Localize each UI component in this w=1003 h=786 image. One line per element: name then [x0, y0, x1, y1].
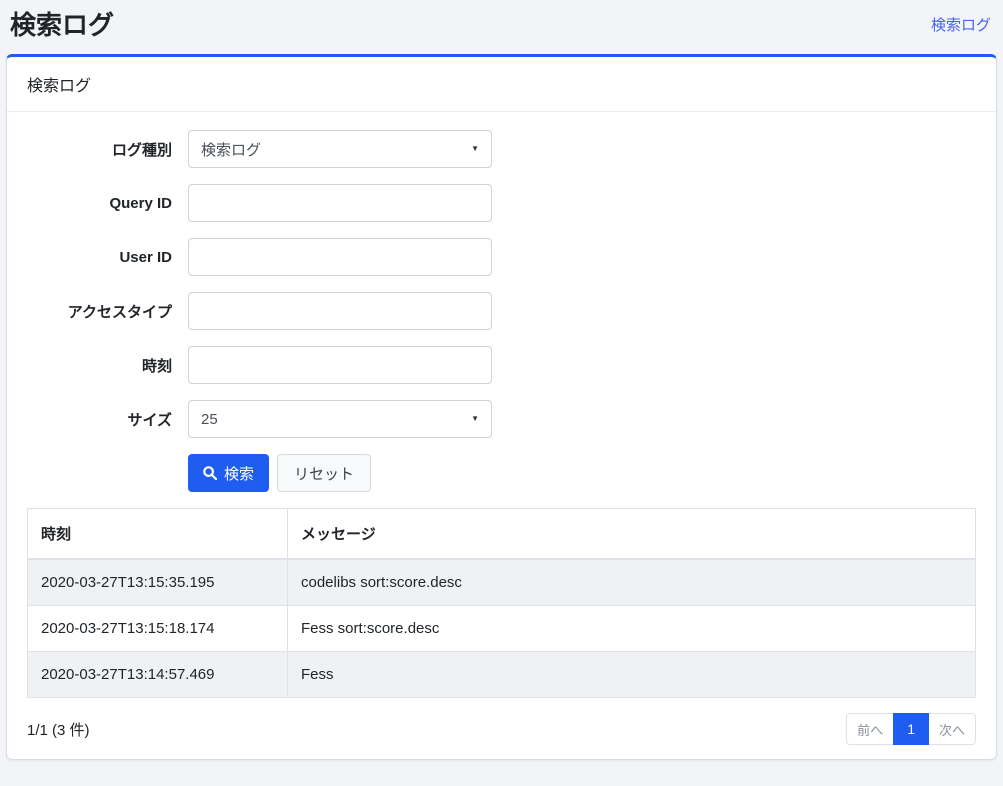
- user-id-input[interactable]: [188, 238, 492, 276]
- page-1-button[interactable]: 1: [893, 713, 929, 745]
- query-id-input[interactable]: [188, 184, 492, 222]
- search-button[interactable]: 検索: [188, 454, 269, 492]
- size-label: サイズ: [27, 409, 172, 430]
- log-table: 時刻 メッセージ 2020-03-27T13:15:35.195 codelib…: [27, 508, 976, 698]
- table-footer: 1/1 (3 件) 前へ 1 次へ: [27, 713, 976, 745]
- reset-button-label: リセット: [294, 463, 354, 484]
- table-row[interactable]: 2020-03-27T13:15:35.195 codelibs sort:sc…: [28, 559, 976, 606]
- field-row-query-id: Query ID: [27, 184, 976, 222]
- search-log-card: 検索ログ ログ種別 検索ログ ▼ Query ID User ID アクセスタイ…: [6, 54, 997, 760]
- log-table-container: 時刻 メッセージ 2020-03-27T13:15:35.195 codelib…: [27, 508, 976, 698]
- column-header-message: メッセージ: [288, 509, 976, 560]
- chevron-down-icon: ▼: [471, 415, 479, 423]
- search-button-label: 検索: [224, 463, 254, 484]
- query-id-label: Query ID: [27, 195, 172, 212]
- pagination: 前へ 1 次へ: [846, 713, 976, 745]
- card-header: 検索ログ: [7, 57, 996, 112]
- cell-time: 2020-03-27T13:14:57.469: [28, 652, 288, 698]
- search-icon: [203, 466, 217, 480]
- size-select-value: 25: [201, 411, 218, 428]
- cell-time: 2020-03-27T13:15:35.195: [28, 559, 288, 606]
- form-actions: 検索 リセット: [188, 454, 976, 492]
- card-header-title: 検索ログ: [27, 78, 91, 95]
- field-row-user-id: User ID: [27, 238, 976, 276]
- size-select[interactable]: 25 ▼: [188, 400, 492, 438]
- breadcrumb-link[interactable]: 検索ログ: [931, 14, 991, 35]
- time-input[interactable]: [188, 346, 492, 384]
- field-row-log-type: ログ種別 検索ログ ▼: [27, 130, 976, 168]
- access-type-input[interactable]: [188, 292, 492, 330]
- next-page-button[interactable]: 次へ: [928, 713, 976, 745]
- chevron-down-icon: ▼: [471, 145, 479, 153]
- table-header-row: 時刻 メッセージ: [28, 509, 976, 560]
- log-type-select-value: 検索ログ: [201, 139, 261, 160]
- field-row-access-type: アクセスタイプ: [27, 292, 976, 330]
- cell-message: Fess: [288, 652, 976, 698]
- page-title: 検索ログ: [10, 8, 114, 42]
- reset-button[interactable]: リセット: [277, 454, 371, 492]
- log-type-label: ログ種別: [27, 139, 172, 160]
- access-type-label: アクセスタイプ: [27, 301, 172, 322]
- time-label: 時刻: [27, 355, 172, 376]
- table-row[interactable]: 2020-03-27T13:15:18.174 Fess sort:score.…: [28, 606, 976, 652]
- log-type-select[interactable]: 検索ログ ▼: [188, 130, 492, 168]
- pagination-summary: 1/1 (3 件): [27, 719, 90, 740]
- user-id-label: User ID: [27, 249, 172, 266]
- page-header: 検索ログ 検索ログ: [0, 0, 1003, 44]
- prev-page-button[interactable]: 前へ: [846, 713, 894, 745]
- card-body: ログ種別 検索ログ ▼ Query ID User ID アクセスタイプ 時刻 …: [7, 112, 996, 759]
- cell-time: 2020-03-27T13:15:18.174: [28, 606, 288, 652]
- field-row-size: サイズ 25 ▼: [27, 400, 976, 438]
- cell-message: codelibs sort:score.desc: [288, 559, 976, 606]
- table-row[interactable]: 2020-03-27T13:14:57.469 Fess: [28, 652, 976, 698]
- field-row-time: 時刻: [27, 346, 976, 384]
- column-header-time: 時刻: [28, 509, 288, 560]
- cell-message: Fess sort:score.desc: [288, 606, 976, 652]
